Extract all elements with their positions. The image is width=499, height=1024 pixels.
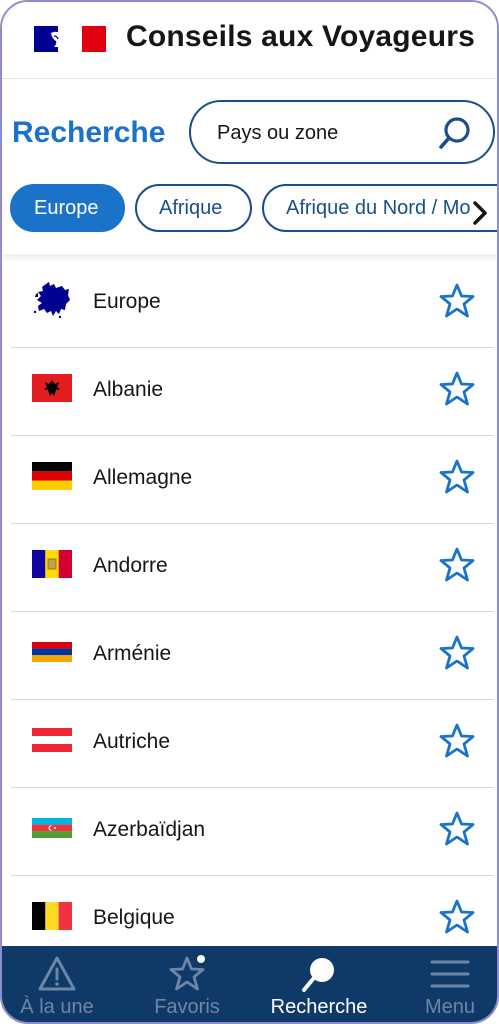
app-title: Conseils aux Voyageurs xyxy=(126,20,475,53)
menu-icon xyxy=(430,960,470,988)
list-item[interactable]: Andorre xyxy=(11,524,494,612)
list-item[interactable]: Allemagne xyxy=(11,436,494,524)
list-item[interactable]: Arménie xyxy=(11,612,494,700)
nav-recherche[interactable]: Recherche xyxy=(260,946,378,1022)
region-chips: Europe Afrique Afrique du Nord / Mo xyxy=(10,184,497,234)
europe-map-icon xyxy=(33,282,70,319)
list-item[interactable]: Albanie xyxy=(11,348,494,436)
app-header: Conseils aux Voyageurs xyxy=(2,2,497,80)
star-icon xyxy=(169,955,205,991)
country-name: Albanie xyxy=(93,378,164,401)
nav-label: Menu xyxy=(424,996,476,1018)
republique-francaise-logo xyxy=(34,26,106,52)
favorite-star-icon[interactable] xyxy=(438,370,476,408)
favorite-star-icon[interactable] xyxy=(438,898,476,936)
nav-favoris[interactable]: Favoris xyxy=(134,946,240,1022)
country-name: Andorre xyxy=(93,554,168,577)
nav-label: Favoris xyxy=(154,996,220,1018)
country-name: Belgique xyxy=(93,906,175,929)
marianne-icon xyxy=(51,31,67,47)
azerbaijan-flag-icon xyxy=(32,818,72,838)
austria-flag-icon xyxy=(32,728,72,752)
favorite-star-icon[interactable] xyxy=(438,810,476,848)
list-item[interactable]: Europe xyxy=(11,260,494,348)
search-icon xyxy=(302,958,334,992)
country-name: Azerbaïdjan xyxy=(93,818,206,841)
list-item[interactable]: Autriche xyxy=(11,700,494,788)
chip-europe[interactable]: Europe xyxy=(10,184,125,232)
search-icon[interactable] xyxy=(437,114,475,152)
chevron-right-icon[interactable] xyxy=(469,198,491,228)
search-input[interactable] xyxy=(217,120,427,146)
armenia-flag-icon xyxy=(32,642,72,662)
chip-afrique[interactable]: Afrique xyxy=(135,184,252,232)
country-name: Arménie xyxy=(93,642,172,665)
country-name: Europe xyxy=(93,290,161,313)
app-frame: Conseils aux Voyageurs Recherche Europe … xyxy=(0,0,499,1024)
germany-flag-icon xyxy=(32,462,72,490)
favorite-star-icon[interactable] xyxy=(438,458,476,496)
warning-icon xyxy=(38,956,76,991)
search-section: Recherche Europe Afrique Afrique du Nord… xyxy=(2,80,497,254)
andorra-flag-icon xyxy=(32,550,72,578)
country-name: Autriche xyxy=(93,730,171,753)
favorite-star-icon[interactable] xyxy=(438,634,476,672)
nav-label: Recherche xyxy=(270,996,368,1018)
favorite-star-icon[interactable] xyxy=(438,546,476,584)
albania-flag-icon xyxy=(32,374,72,402)
header-divider xyxy=(2,78,497,79)
bottom-navigation: À la une Favoris Recherche Menu xyxy=(2,946,497,1022)
favorite-star-icon[interactable] xyxy=(438,722,476,760)
belgium-flag-icon xyxy=(32,902,72,930)
nav-a-la-une[interactable]: À la une xyxy=(2,946,112,1022)
nav-menu[interactable]: Menu xyxy=(400,946,497,1022)
chip-afrique-du-nord[interactable]: Afrique du Nord / Mo xyxy=(262,184,497,232)
country-name: Allemagne xyxy=(93,466,193,489)
nav-label: À la une xyxy=(20,996,94,1018)
search-box[interactable] xyxy=(189,100,495,164)
favorite-star-icon[interactable] xyxy=(438,282,476,320)
list-item[interactable]: Azerbaïdjan xyxy=(11,788,494,876)
search-heading: Recherche xyxy=(12,116,166,149)
